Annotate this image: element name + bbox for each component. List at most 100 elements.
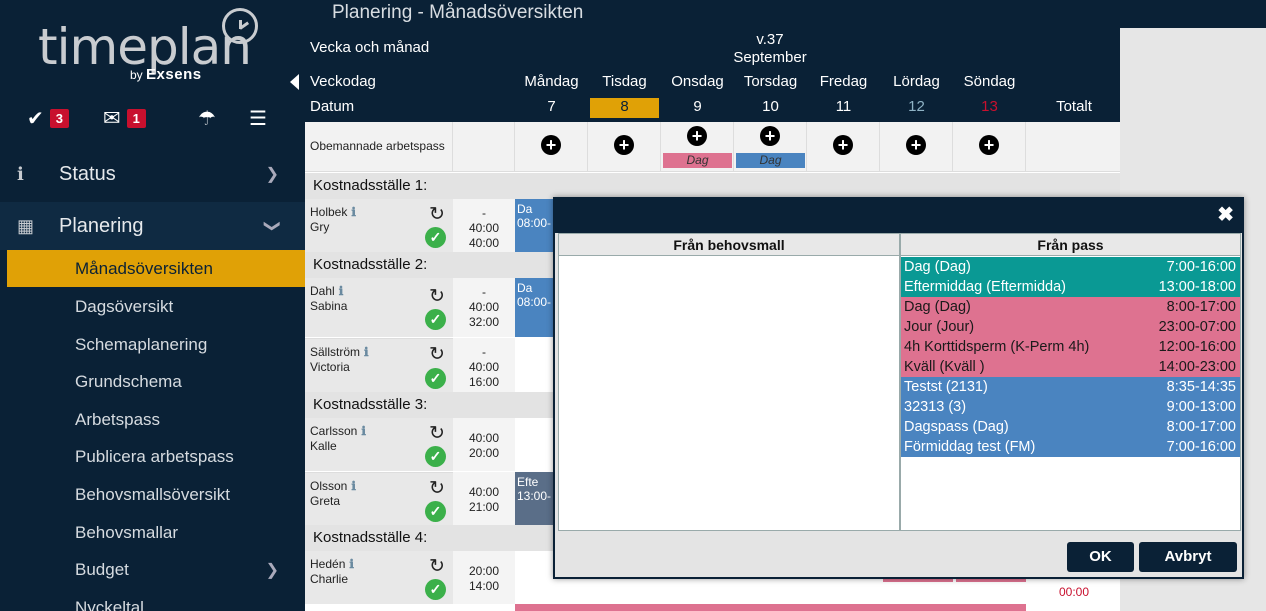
day-date[interactable]: 11: [807, 98, 880, 115]
shift-option[interactable]: Jour (Jour) 23:00-07:00: [901, 317, 1240, 337]
employee-name: Holbek ℹ Gry: [310, 205, 356, 235]
employee-cell[interactable]: Olsson ℹ Greta ↻ ✓: [305, 472, 453, 525]
messages-button[interactable]: ✉ 1: [103, 105, 146, 131]
refresh-icon[interactable]: ↻: [427, 424, 447, 444]
shift-option[interactable]: 32313 (3) 9:00-13:00: [901, 397, 1240, 417]
shift-option[interactable]: Testst (2131) 8:35-14:35: [901, 377, 1240, 397]
week-month-label: Vecka och månad: [310, 39, 430, 56]
sidebar-toolbar: ✔ 3 ✉ 1 ☂ ☰: [0, 105, 305, 131]
section-header: Kostnadsställe 1:: [305, 173, 1120, 199]
info-icon[interactable]: ℹ: [351, 479, 356, 493]
logo-by: by: [130, 68, 143, 82]
vacation-button[interactable]: ☂: [198, 105, 216, 131]
nav-planering[interactable]: ▦ Planering ❯: [0, 202, 305, 250]
shift-block[interactable]: [515, 604, 1026, 611]
check-circle-icon: ✓: [425, 309, 446, 330]
logo-byline: by Exsens: [130, 66, 202, 83]
info-icon[interactable]: ℹ: [351, 205, 356, 219]
close-icon[interactable]: ✖: [1217, 204, 1234, 226]
employee-first-name: Gry: [310, 220, 330, 234]
day-date[interactable]: 10: [734, 98, 807, 115]
shift-option[interactable]: Eftermiddag (Eftermidda) 13:00-18:00: [901, 277, 1240, 297]
info-icon[interactable]: ℹ: [349, 557, 354, 571]
refresh-icon[interactable]: ↻: [427, 205, 447, 225]
shift-block[interactable]: Da 08:00-: [515, 199, 555, 252]
shift-option[interactable]: 4h Korttidsperm (K-Perm 4h) 12:00-16:00: [901, 337, 1240, 357]
sub-schemaplanering[interactable]: Schemaplanering: [0, 326, 305, 363]
grid-header: Vecka och månad Veckodag Datum v.37 Sept…: [305, 28, 1120, 122]
info-icon[interactable]: ℹ: [364, 345, 369, 359]
shift-option[interactable]: Dagspass (Dag) 8:00-17:00: [901, 417, 1240, 437]
employee-cell[interactable]: Sällström ℹ Victoria ↻ ✓: [305, 338, 453, 392]
refresh-icon[interactable]: ↻: [427, 479, 447, 499]
nav-status[interactable]: ℹ Status ❯: [0, 151, 305, 197]
hours-value: 20:00: [468, 564, 500, 578]
sub-manadsoversikten[interactable]: Månadsöversikten: [7, 250, 305, 287]
sub-nyckeltal[interactable]: Nyckeltal: [0, 589, 305, 611]
add-shift-icon[interactable]: +: [833, 135, 853, 155]
envelope-icon: ✉: [103, 106, 121, 130]
sub-grundschema[interactable]: Grundschema: [0, 363, 305, 400]
day-date-saturday[interactable]: 12: [880, 98, 953, 115]
sub-publicera-arbetspass[interactable]: Publicera arbetspass: [0, 438, 305, 475]
sub-arbetspass[interactable]: Arbetspass: [0, 401, 305, 438]
unstaffed-shift-tag[interactable]: Dag: [663, 153, 732, 168]
day-name: Lördag: [893, 73, 940, 90]
shift-option[interactable]: Dag (Dag) 8:00-17:00: [901, 297, 1240, 317]
shift-option-time: 13:00-18:00: [1158, 279, 1236, 295]
hours-value: 32:00: [468, 315, 500, 329]
shift-option-name: Jour (Jour): [904, 319, 975, 335]
day-name: Fredag: [819, 73, 868, 90]
tasks-button[interactable]: ✔ 3: [27, 105, 69, 131]
day-date[interactable]: 7: [515, 98, 588, 115]
sub-behovsmallar[interactable]: Behovsmallar: [0, 514, 305, 551]
add-shift-icon[interactable]: +: [614, 135, 634, 155]
list-button[interactable]: ☰: [249, 105, 267, 131]
shift-name: Da: [517, 281, 533, 295]
employee-hours: -40:00 40:00: [453, 199, 515, 252]
refresh-icon[interactable]: ↻: [427, 557, 447, 577]
add-shift-icon[interactable]: +: [760, 126, 780, 146]
hours-value: -: [482, 285, 486, 299]
employee-cell[interactable]: Holbek ℹ Gry ↻ ✓: [305, 199, 453, 252]
day-date-today[interactable]: 8: [588, 98, 661, 115]
info-icon[interactable]: ℹ: [339, 284, 344, 298]
refresh-icon[interactable]: ↻: [427, 345, 447, 365]
cancel-button[interactable]: Avbryt: [1139, 542, 1237, 572]
sub-budget[interactable]: Budget ❯: [0, 551, 305, 588]
add-shift-icon[interactable]: +: [979, 135, 999, 155]
shift-block[interactable]: Efte 13:00-: [515, 472, 555, 525]
add-shift-icon[interactable]: +: [687, 126, 707, 146]
shift-option-name: Dagspass (Dag): [904, 419, 1009, 435]
chevron-down-icon: ❯: [263, 219, 281, 233]
employee-hours: -40:00 16:00: [453, 338, 515, 392]
shift-option[interactable]: Förmiddag test (FM) 7:00-16:00: [901, 437, 1240, 457]
add-shift-icon[interactable]: +: [906, 135, 926, 155]
shift-option[interactable]: Dag (Dag) 7:00-16:00: [901, 257, 1240, 277]
add-shift-icon[interactable]: +: [541, 135, 561, 155]
employee-last-name: Sällström: [310, 345, 361, 359]
employee-cell[interactable]: Dahl ℹ Sabina ↻ ✓: [305, 278, 453, 337]
total-label: Totalt: [1056, 98, 1092, 115]
employee-name: Olsson ℹ Greta: [310, 479, 356, 509]
sub-dagsoversikt[interactable]: Dagsöversikt: [0, 288, 305, 325]
day-date-sunday[interactable]: 13: [953, 98, 1026, 115]
info-icon[interactable]: ℹ: [361, 424, 366, 438]
hours-value: 20:00: [468, 446, 500, 460]
shift-block[interactable]: Da 08:00-: [515, 278, 555, 337]
hours-value: 16:00: [468, 375, 500, 389]
hours-value: 21:00: [468, 500, 500, 514]
employee-cell[interactable]: Carlsson ℹ Kalle ↻ ✓: [305, 418, 453, 471]
collapse-sidebar-icon[interactable]: [290, 74, 299, 90]
check-circle-icon: ✓: [425, 368, 446, 389]
sub-behovsmallsoversikt[interactable]: Behovsmallsöversikt: [0, 476, 305, 513]
timeplan-logo[interactable]: timeplan by Exsens: [38, 8, 268, 88]
hours-value: 40:00: [468, 236, 500, 250]
refresh-icon[interactable]: ↻: [427, 287, 447, 307]
employee-cell[interactable]: Hedén ℹ Charlie ↻ ✓: [305, 551, 453, 604]
day-date[interactable]: 9: [661, 98, 734, 115]
shift-option[interactable]: Kväll (Kväll ) 14:00-23:00: [901, 357, 1240, 377]
unstaffed-shift-tag[interactable]: Dag: [736, 153, 805, 168]
ok-button[interactable]: OK: [1067, 542, 1134, 572]
shift-time: 13:00-: [517, 489, 552, 503]
